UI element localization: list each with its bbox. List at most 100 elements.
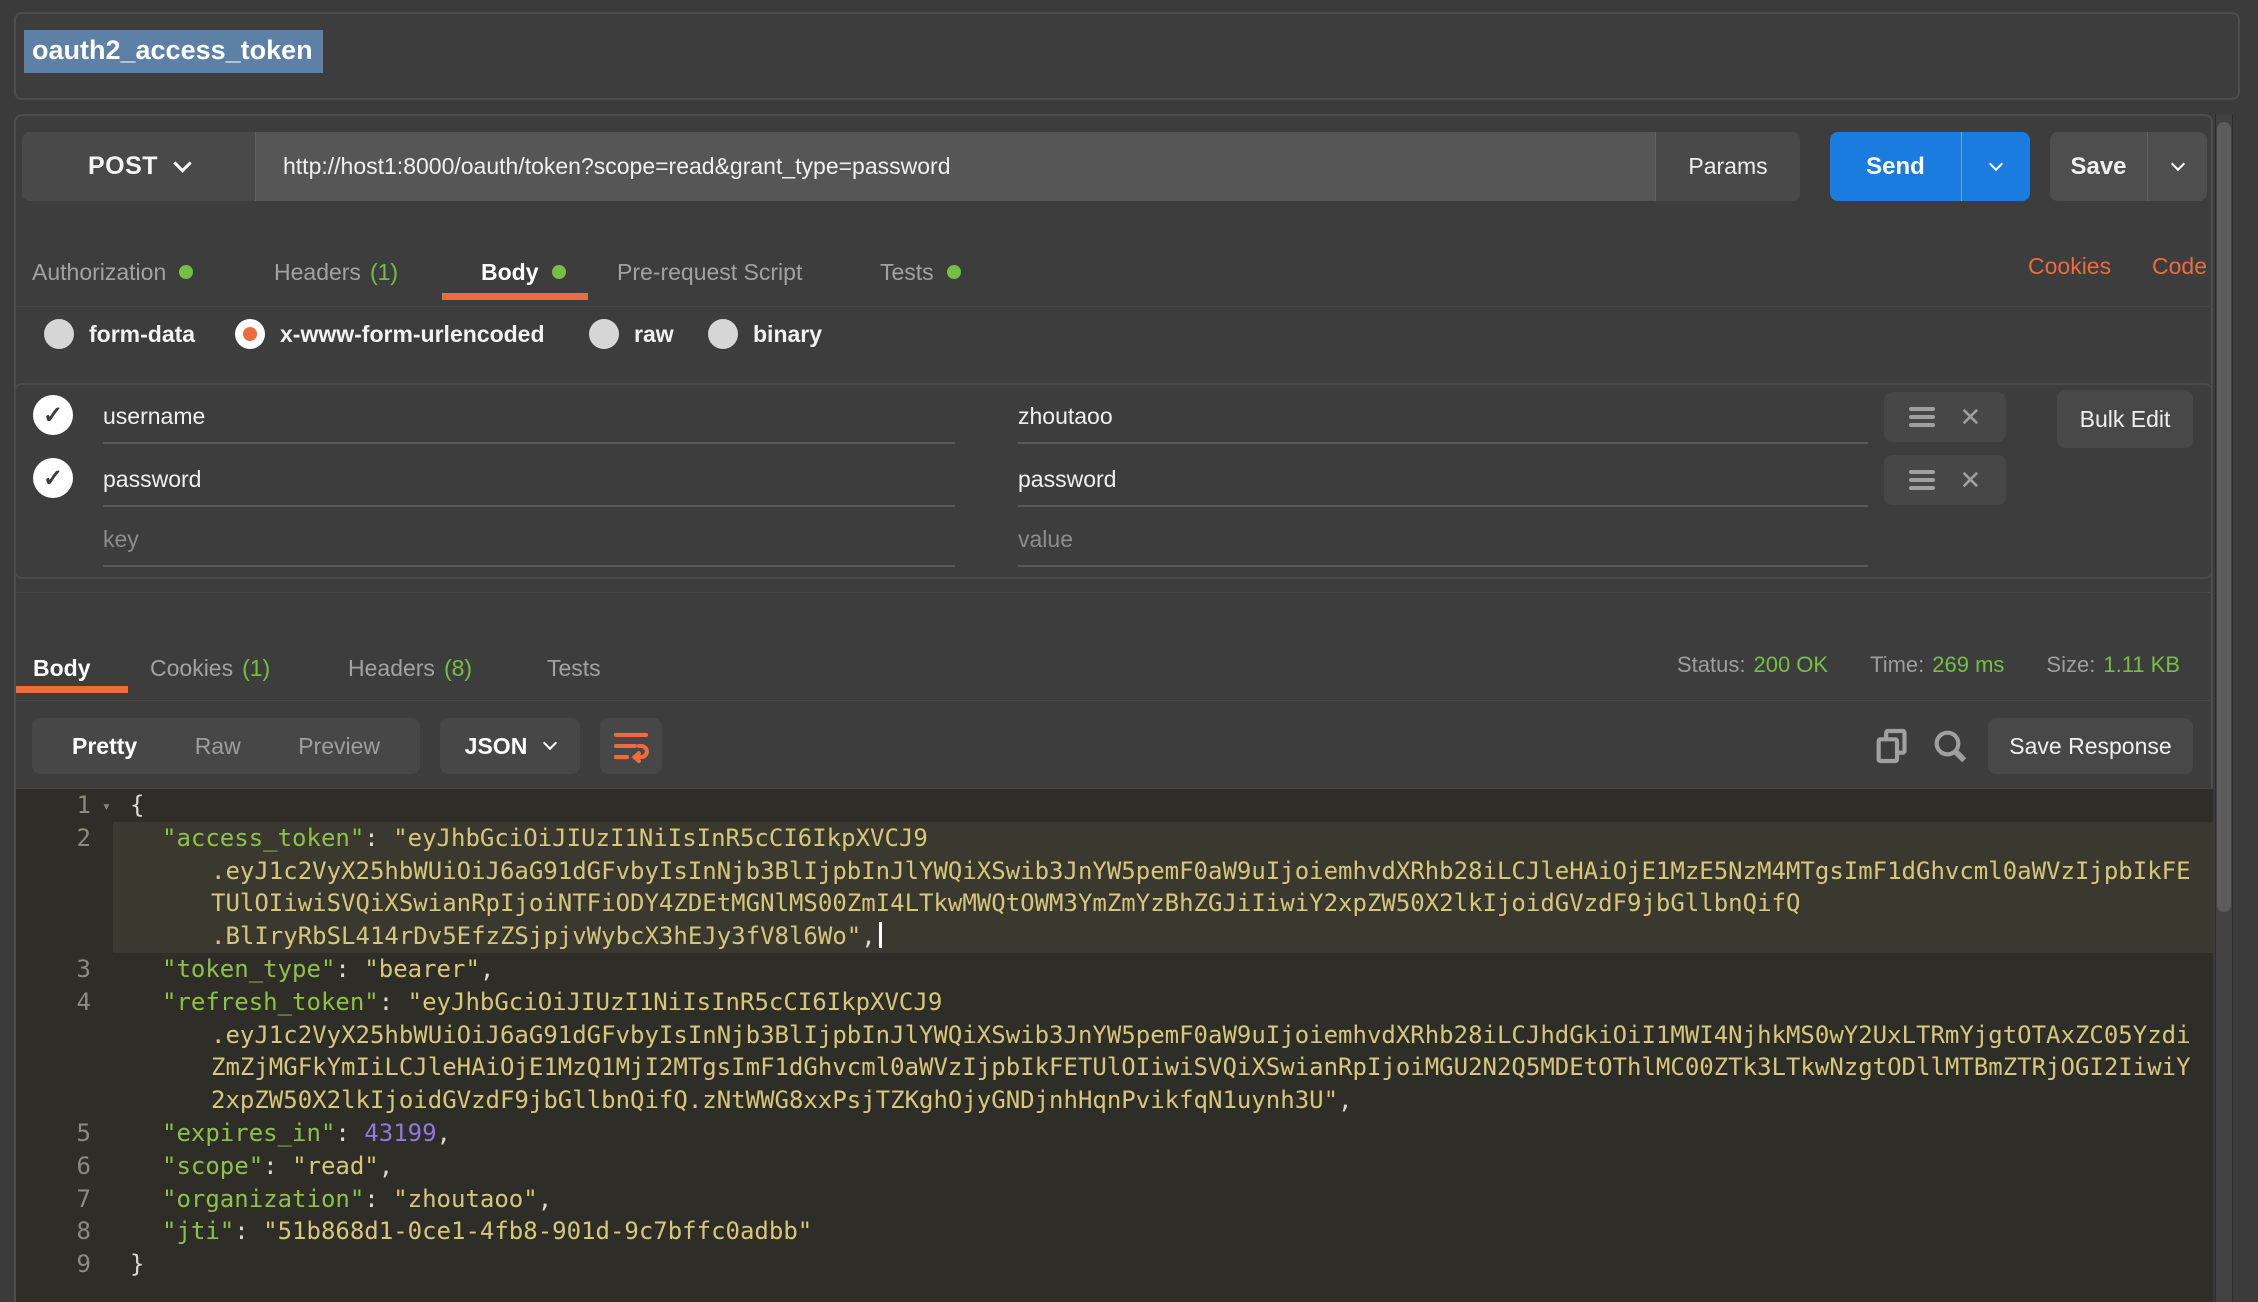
body-mode-binary[interactable]: binary bbox=[708, 316, 822, 352]
line-number: 8 bbox=[16, 1215, 113, 1248]
response-tab-body[interactable]: Body bbox=[33, 648, 91, 688]
row-checkbox[interactable]: ✓ bbox=[33, 458, 73, 498]
drag-handle-icon[interactable] bbox=[1909, 470, 1935, 490]
code-line: 9} bbox=[16, 1248, 2213, 1281]
send-label: Send bbox=[1830, 132, 1962, 201]
view-mode-pretty[interactable]: Pretty bbox=[72, 733, 137, 760]
row-checkbox[interactable]: ✓ bbox=[33, 395, 73, 435]
value-field-placeholder[interactable]: value bbox=[1018, 526, 1073, 553]
save-button[interactable]: Save bbox=[2050, 132, 2207, 201]
search-icon[interactable] bbox=[1930, 726, 1970, 766]
key-field-placeholder[interactable]: key bbox=[103, 526, 139, 553]
value-field[interactable]: zhoutaoo bbox=[1018, 403, 1113, 430]
tab-authorization[interactable]: Authorization bbox=[32, 252, 193, 292]
word-wrap-button[interactable] bbox=[600, 718, 662, 774]
radio-icon bbox=[589, 319, 619, 349]
url-input[interactable]: http://host1:8000/oauth/token?scope=read… bbox=[283, 132, 1643, 201]
code-line: TUlOIiwiSVQiXSwianRpIjoiNTFiODY4ZDEtMGNl… bbox=[16, 887, 2213, 920]
row-actions: ✕ bbox=[1884, 455, 2006, 505]
params-button[interactable]: Params bbox=[1655, 132, 1800, 201]
format-label: JSON bbox=[465, 733, 528, 760]
code-line-content: TUlOIiwiSVQiXSwianRpIjoiNTFiODY4ZDEtMGNl… bbox=[113, 887, 2213, 920]
window-scrollbar-thumb[interactable] bbox=[2217, 122, 2231, 912]
request-tab-bar bbox=[14, 12, 2240, 100]
code-line: ZmZjMGFkYmIiLCJleHAiOjE1MzQ1MjI2MTgsImF1… bbox=[16, 1051, 2213, 1084]
code-line: 2"access_token": "eyJhbGciOiJIUzI1NiIsIn… bbox=[16, 822, 2213, 855]
save-response-button[interactable]: Save Response bbox=[1988, 718, 2193, 774]
code-line-content: "organization": "zhoutaoo", bbox=[113, 1183, 2213, 1216]
code-line: .eyJ1c2VyX25hbWUiOiJ6aG91dGFvbyIsInNjb3B… bbox=[16, 1019, 2213, 1052]
radio-icon bbox=[44, 319, 74, 349]
save-options-dropdown[interactable] bbox=[2148, 132, 2207, 201]
line-number: 7 bbox=[16, 1183, 113, 1216]
fold-arrow-icon[interactable]: ▾ bbox=[102, 790, 111, 823]
copy-icon[interactable] bbox=[1872, 726, 1912, 766]
method-dropdown[interactable]: POST bbox=[22, 132, 256, 201]
radio-icon bbox=[235, 319, 265, 349]
code-line-content: "refresh_token": "eyJhbGciOiJIUzI1NiIsIn… bbox=[113, 986, 2213, 1019]
response-tab-headers[interactable]: Headers (8) bbox=[348, 648, 472, 688]
body-mode-raw[interactable]: raw bbox=[589, 316, 674, 352]
chevron-down-icon bbox=[2170, 156, 2184, 170]
bulk-edit-button[interactable]: Bulk Edit bbox=[2057, 390, 2193, 448]
code-line: 1▾{ bbox=[16, 789, 2213, 822]
code-line: 5"expires_in": 43199, bbox=[16, 1117, 2213, 1150]
format-dropdown[interactable]: JSON bbox=[440, 718, 580, 774]
delete-row-icon[interactable]: ✕ bbox=[1959, 404, 1981, 430]
line-number bbox=[16, 1051, 113, 1084]
chevron-down-icon bbox=[543, 736, 557, 750]
send-button[interactable]: Send bbox=[1830, 132, 2030, 201]
tab-label: Tests bbox=[547, 655, 601, 682]
code-line: 2xpZW50X2lkIjoidGVzdF9jbGllbnQifQ.zNtWWG… bbox=[16, 1084, 2213, 1117]
value-field[interactable]: password bbox=[1018, 466, 1116, 493]
line-number: 5 bbox=[16, 1117, 113, 1150]
body-mode-label: binary bbox=[753, 321, 822, 348]
cookies-link[interactable]: Cookies bbox=[2028, 253, 2111, 280]
body-mode-x-www-form-urlencoded[interactable]: x-www-form-urlencoded bbox=[235, 316, 545, 352]
code-line-content: "access_token": "eyJhbGciOiJIUzI1NiIsInR… bbox=[113, 822, 2213, 855]
line-number: 2 bbox=[16, 822, 113, 855]
code-line: 7"organization": "zhoutaoo", bbox=[16, 1183, 2213, 1216]
tab-tests[interactable]: Tests bbox=[880, 252, 961, 292]
body-mode-label: x-www-form-urlencoded bbox=[280, 321, 545, 348]
line-number: 4 bbox=[16, 986, 113, 1019]
code-line-content: ZmZjMGFkYmIiLCJleHAiOjE1MzQ1MjI2MTgsImF1… bbox=[113, 1051, 2213, 1084]
tab-label: Cookies bbox=[150, 655, 233, 682]
code-link[interactable]: Code bbox=[2152, 253, 2207, 280]
request-tab-title[interactable]: oauth2_access_token bbox=[24, 30, 323, 73]
line-number bbox=[16, 855, 113, 888]
key-field[interactable]: password bbox=[103, 466, 201, 493]
line-number: 1▾ bbox=[16, 789, 113, 822]
response-body-json[interactable]: 1▾{2"access_token": "eyJhbGciOiJIUzI1NiI… bbox=[16, 788, 2213, 1302]
delete-row-icon[interactable]: ✕ bbox=[1959, 467, 1981, 493]
code-line-content: "token_type": "bearer", bbox=[113, 953, 2213, 986]
tab-label: Pre-request Script bbox=[617, 259, 802, 286]
tab-count-badge: (8) bbox=[444, 655, 472, 682]
response-tab-cookies[interactable]: Cookies (1) bbox=[150, 648, 270, 688]
green-dot-icon bbox=[552, 265, 566, 279]
tab-label: Headers bbox=[348, 655, 435, 682]
active-tab-underline bbox=[442, 293, 588, 300]
code-line-content: "expires_in": 43199, bbox=[113, 1117, 2213, 1150]
tab-headers[interactable]: Headers(1) bbox=[274, 252, 398, 292]
tab-count-badge: (1) bbox=[242, 655, 270, 682]
view-mode-raw[interactable]: Raw bbox=[195, 733, 241, 760]
body-mode-label: form-data bbox=[89, 321, 195, 348]
key-field[interactable]: username bbox=[103, 403, 205, 430]
body-mode-form-data[interactable]: form-data bbox=[44, 316, 195, 352]
tab-label: Headers bbox=[274, 259, 361, 286]
word-wrap-icon bbox=[612, 727, 650, 765]
text-cursor bbox=[879, 922, 882, 948]
row-actions: ✕ bbox=[1884, 392, 2006, 442]
send-options-dropdown[interactable] bbox=[1962, 132, 2030, 201]
view-mode-preview[interactable]: Preview bbox=[298, 733, 380, 760]
line-number bbox=[16, 1084, 113, 1117]
code-line: 3"token_type": "bearer", bbox=[16, 953, 2213, 986]
drag-handle-icon[interactable] bbox=[1909, 407, 1935, 427]
tab-body[interactable]: Body bbox=[481, 252, 566, 292]
method-label: POST bbox=[88, 152, 158, 181]
response-tab-tests[interactable]: Tests bbox=[547, 648, 601, 688]
tab-pre-request-script[interactable]: Pre-request Script bbox=[617, 252, 802, 292]
divider bbox=[16, 592, 2213, 593]
code-line-content: } bbox=[113, 1248, 2213, 1281]
